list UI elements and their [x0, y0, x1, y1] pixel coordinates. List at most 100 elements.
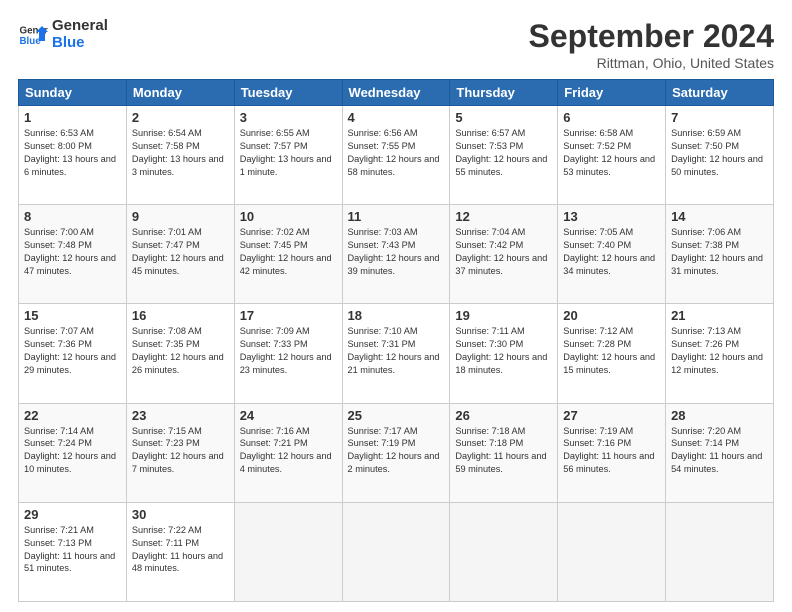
day-number: 3 [240, 110, 337, 125]
sunrise-label: Sunrise: 7:19 AM [563, 426, 633, 436]
sunrise-label: Sunrise: 7:01 AM [132, 227, 202, 237]
day-number: 8 [24, 209, 121, 224]
calendar-week-2: 8 Sunrise: 7:00 AM Sunset: 7:48 PM Dayli… [19, 205, 774, 304]
day-info: Sunrise: 7:07 AM Sunset: 7:36 PM Dayligh… [24, 325, 121, 377]
day-info: Sunrise: 7:19 AM Sunset: 7:16 PM Dayligh… [563, 425, 660, 477]
header-sunday: Sunday [19, 80, 127, 106]
day-info: Sunrise: 7:00 AM Sunset: 7:48 PM Dayligh… [24, 226, 121, 278]
day-number: 23 [132, 408, 229, 423]
day-number: 28 [671, 408, 768, 423]
day-info: Sunrise: 6:58 AM Sunset: 7:52 PM Dayligh… [563, 127, 660, 179]
day-info: Sunrise: 7:13 AM Sunset: 7:26 PM Dayligh… [671, 325, 768, 377]
day-number: 27 [563, 408, 660, 423]
header-saturday: Saturday [666, 80, 774, 106]
daylight-label: Daylight: 12 hours and 15 minutes. [563, 352, 655, 375]
table-row: 9 Sunrise: 7:01 AM Sunset: 7:47 PM Dayli… [126, 205, 234, 304]
day-info: Sunrise: 7:11 AM Sunset: 7:30 PM Dayligh… [455, 325, 552, 377]
table-row: 4 Sunrise: 6:56 AM Sunset: 7:55 PM Dayli… [342, 106, 450, 205]
day-number: 21 [671, 308, 768, 323]
calendar-week-5: 29 Sunrise: 7:21 AM Sunset: 7:13 PM Dayl… [19, 502, 774, 601]
sunset-label: Sunset: 7:33 PM [240, 339, 308, 349]
day-number: 6 [563, 110, 660, 125]
sunset-label: Sunset: 7:18 PM [455, 438, 523, 448]
sunset-label: Sunset: 7:14 PM [671, 438, 739, 448]
sunset-label: Sunset: 7:55 PM [348, 141, 416, 151]
table-row: 19 Sunrise: 7:11 AM Sunset: 7:30 PM Dayl… [450, 304, 558, 403]
sunset-label: Sunset: 7:31 PM [348, 339, 416, 349]
daylight-label: Daylight: 12 hours and 4 minutes. [240, 451, 332, 474]
sunrise-label: Sunrise: 6:59 AM [671, 128, 741, 138]
day-number: 10 [240, 209, 337, 224]
header-monday: Monday [126, 80, 234, 106]
day-number: 26 [455, 408, 552, 423]
daylight-label: Daylight: 12 hours and 34 minutes. [563, 253, 655, 276]
top-section: General Blue General Blue September 2024… [18, 18, 774, 71]
daylight-label: Daylight: 13 hours and 1 minute. [240, 154, 332, 177]
sunset-label: Sunset: 7:36 PM [24, 339, 92, 349]
sunset-label: Sunset: 7:52 PM [563, 141, 631, 151]
table-row: 7 Sunrise: 6:59 AM Sunset: 7:50 PM Dayli… [666, 106, 774, 205]
table-row: 24 Sunrise: 7:16 AM Sunset: 7:21 PM Dayl… [234, 403, 342, 502]
sunset-label: Sunset: 7:40 PM [563, 240, 631, 250]
sunrise-label: Sunrise: 7:21 AM [24, 525, 94, 535]
day-info: Sunrise: 6:55 AM Sunset: 7:57 PM Dayligh… [240, 127, 337, 179]
daylight-label: Daylight: 12 hours and 18 minutes. [455, 352, 547, 375]
table-row: 21 Sunrise: 7:13 AM Sunset: 7:26 PM Dayl… [666, 304, 774, 403]
sunset-label: Sunset: 7:19 PM [348, 438, 416, 448]
sunset-label: Sunset: 7:13 PM [24, 538, 92, 548]
day-number: 15 [24, 308, 121, 323]
daylight-label: Daylight: 12 hours and 39 minutes. [348, 253, 440, 276]
daylight-label: Daylight: 12 hours and 53 minutes. [563, 154, 655, 177]
table-row [450, 502, 558, 601]
sunrise-label: Sunrise: 7:17 AM [348, 426, 418, 436]
table-row [342, 502, 450, 601]
day-info: Sunrise: 7:08 AM Sunset: 7:35 PM Dayligh… [132, 325, 229, 377]
day-number: 24 [240, 408, 337, 423]
sunrise-label: Sunrise: 7:03 AM [348, 227, 418, 237]
day-number: 25 [348, 408, 445, 423]
table-row: 23 Sunrise: 7:15 AM Sunset: 7:23 PM Dayl… [126, 403, 234, 502]
header-tuesday: Tuesday [234, 80, 342, 106]
sunset-label: Sunset: 7:23 PM [132, 438, 200, 448]
sunrise-label: Sunrise: 7:08 AM [132, 326, 202, 336]
day-info: Sunrise: 7:12 AM Sunset: 7:28 PM Dayligh… [563, 325, 660, 377]
table-row: 10 Sunrise: 7:02 AM Sunset: 7:45 PM Dayl… [234, 205, 342, 304]
daylight-label: Daylight: 11 hours and 59 minutes. [455, 451, 546, 474]
sunset-label: Sunset: 7:58 PM [132, 141, 200, 151]
day-info: Sunrise: 7:10 AM Sunset: 7:31 PM Dayligh… [348, 325, 445, 377]
table-row: 22 Sunrise: 7:14 AM Sunset: 7:24 PM Dayl… [19, 403, 127, 502]
table-row: 5 Sunrise: 6:57 AM Sunset: 7:53 PM Dayli… [450, 106, 558, 205]
sunrise-label: Sunrise: 7:13 AM [671, 326, 741, 336]
page-title: September 2024 [529, 18, 774, 55]
logo-line1: General [52, 18, 108, 35]
calendar-week-1: 1 Sunrise: 6:53 AM Sunset: 8:00 PM Dayli… [19, 106, 774, 205]
header-wednesday: Wednesday [342, 80, 450, 106]
sunrise-label: Sunrise: 7:22 AM [132, 525, 202, 535]
day-info: Sunrise: 7:06 AM Sunset: 7:38 PM Dayligh… [671, 226, 768, 278]
sunset-label: Sunset: 7:28 PM [563, 339, 631, 349]
day-number: 1 [24, 110, 121, 125]
logo-icon: General Blue [18, 20, 48, 50]
calendar-week-4: 22 Sunrise: 7:14 AM Sunset: 7:24 PM Dayl… [19, 403, 774, 502]
day-info: Sunrise: 7:03 AM Sunset: 7:43 PM Dayligh… [348, 226, 445, 278]
calendar-week-3: 15 Sunrise: 7:07 AM Sunset: 7:36 PM Dayl… [19, 304, 774, 403]
daylight-label: Daylight: 12 hours and 45 minutes. [132, 253, 224, 276]
calendar-header-row: Sunday Monday Tuesday Wednesday Thursday… [19, 80, 774, 106]
sunrise-label: Sunrise: 7:00 AM [24, 227, 94, 237]
sunrise-label: Sunrise: 7:16 AM [240, 426, 310, 436]
daylight-label: Daylight: 13 hours and 3 minutes. [132, 154, 224, 177]
table-row: 20 Sunrise: 7:12 AM Sunset: 7:28 PM Dayl… [558, 304, 666, 403]
day-number: 29 [24, 507, 121, 522]
table-row: 3 Sunrise: 6:55 AM Sunset: 7:57 PM Dayli… [234, 106, 342, 205]
day-info: Sunrise: 7:05 AM Sunset: 7:40 PM Dayligh… [563, 226, 660, 278]
sunset-label: Sunset: 7:30 PM [455, 339, 523, 349]
table-row: 26 Sunrise: 7:18 AM Sunset: 7:18 PM Dayl… [450, 403, 558, 502]
day-info: Sunrise: 6:57 AM Sunset: 7:53 PM Dayligh… [455, 127, 552, 179]
daylight-label: Daylight: 12 hours and 42 minutes. [240, 253, 332, 276]
daylight-label: Daylight: 11 hours and 56 minutes. [563, 451, 654, 474]
sunset-label: Sunset: 7:47 PM [132, 240, 200, 250]
sunrise-label: Sunrise: 6:56 AM [348, 128, 418, 138]
day-number: 19 [455, 308, 552, 323]
table-row: 12 Sunrise: 7:04 AM Sunset: 7:42 PM Dayl… [450, 205, 558, 304]
daylight-label: Daylight: 12 hours and 23 minutes. [240, 352, 332, 375]
